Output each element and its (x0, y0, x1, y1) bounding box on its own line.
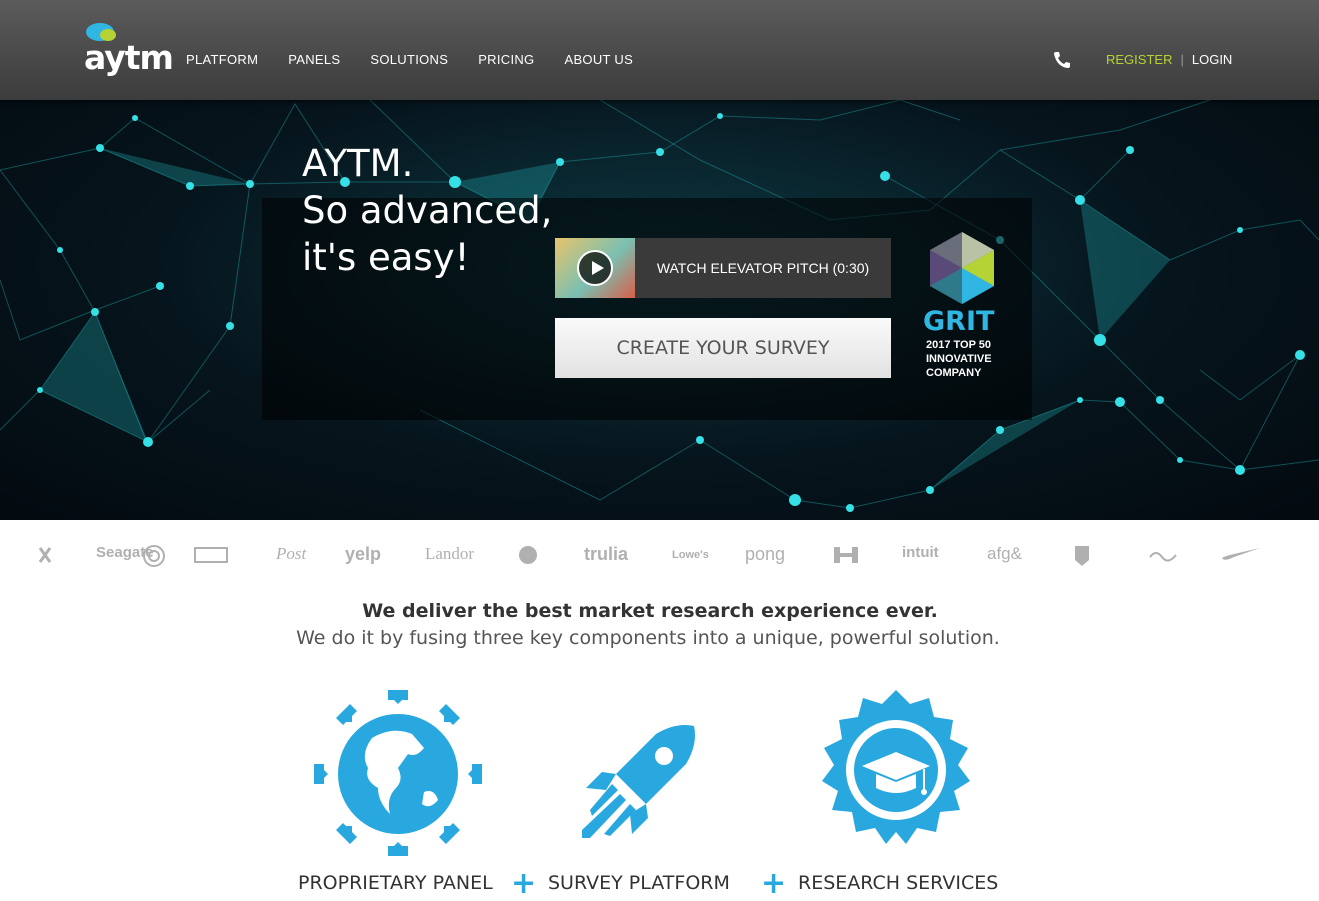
grit-line-3: COMPANY (926, 367, 982, 379)
hero-banner (0, 100, 1319, 520)
tagline-subtext: We do it by fusing three key components … (296, 627, 1000, 649)
client-logo-post: Post (276, 544, 307, 563)
ogilvy-logo-icon (1149, 552, 1177, 562)
plus-icon: + (761, 866, 787, 901)
phone-icon[interactable] (1052, 50, 1072, 70)
plus-icon: + (511, 866, 537, 901)
graduation-badge-icon (822, 690, 970, 844)
register-link[interactable]: REGISTER (1106, 52, 1172, 67)
auth-links: REGISTER | LOGIN (1106, 52, 1232, 67)
grit-line-2: INNOVATIVE (926, 353, 992, 365)
client-logo-landor: Landor (425, 544, 475, 563)
client-logo-trulia: trulia (584, 544, 629, 564)
play-icon[interactable] (577, 250, 613, 286)
s-shield-icon (1075, 546, 1089, 566)
nav-about-us[interactable]: ABOUT US (564, 52, 633, 67)
nike-swoosh-icon (1222, 548, 1260, 560)
nav-platform[interactable]: PLATFORM (186, 52, 258, 67)
login-link[interactable]: LOGIN (1192, 52, 1232, 67)
site-header: aytm PLATFORM PANELS SOLUTIONS PRICING A… (0, 0, 1319, 100)
rocket-icon (582, 725, 695, 838)
globe-icon (314, 690, 482, 856)
video-thumbnail[interactable] (555, 238, 635, 298)
research-services-label: RESEARCH SERVICES (798, 872, 999, 894)
watch-pitch-label: WATCH ELEVATOR PITCH (0:30) (656, 260, 870, 276)
grit-caption: 2017 TOP 50 INNOVATIVE COMPANY (926, 338, 992, 380)
watch-pitch-button[interactable]: WATCH ELEVATOR PITCH (0:30) (555, 238, 891, 298)
nav-solutions[interactable]: SOLUTIONS (370, 52, 448, 67)
client-logos-strip: Seagate Post yelp Landor trulia pong int… (0, 520, 1319, 590)
brand-mark-icon (194, 547, 228, 563)
grit-line-1: 2017 TOP 50 (926, 339, 992, 351)
logo-text: aytm (84, 38, 174, 77)
nav-pricing[interactable]: PRICING (478, 52, 534, 67)
tagline-headline: We deliver the best market research expe… (362, 600, 938, 622)
grit-title: GRIT (923, 306, 995, 337)
client-logo-lowes: Lowe's (672, 549, 709, 561)
auth-separator: | (1180, 52, 1184, 67)
main-nav: PLATFORM PANELS SOLUTIONS PRICING ABOUT … (186, 52, 663, 67)
create-survey-button[interactable]: CREATE YOUR SURVEY (555, 318, 891, 378)
survey-platform-label: SURVEY PLATFORM (548, 872, 730, 894)
client-logo-intuit: intuit (902, 544, 939, 561)
hero-line-1: AYTM. (302, 142, 414, 185)
hh-logo-icon (834, 547, 858, 563)
client-logo-pong: pong (745, 544, 786, 564)
seagate-swirl-icon (143, 545, 165, 567)
proprietary-panel-label: PROPRIETARY PANEL (298, 872, 493, 894)
nav-panels[interactable]: PANELS (288, 52, 340, 67)
x-brand-icon (38, 547, 52, 563)
client-logo-afg: afg& (987, 544, 1022, 563)
hero-line-2: So advanced, (302, 189, 553, 232)
grit-logo-icon (930, 232, 994, 304)
client-logo-yelp: yelp (345, 544, 382, 564)
hero-line-3: it's easy! (302, 236, 470, 279)
aytm-logo[interactable]: aytm (84, 22, 174, 78)
grit-award-badge: GRIT 2017 TOP 50 INNOVATIVE COMPANY (922, 230, 1002, 390)
um-logo-icon (519, 546, 537, 564)
hero-headline: AYTM. So advanced, it's easy! (302, 140, 552, 281)
